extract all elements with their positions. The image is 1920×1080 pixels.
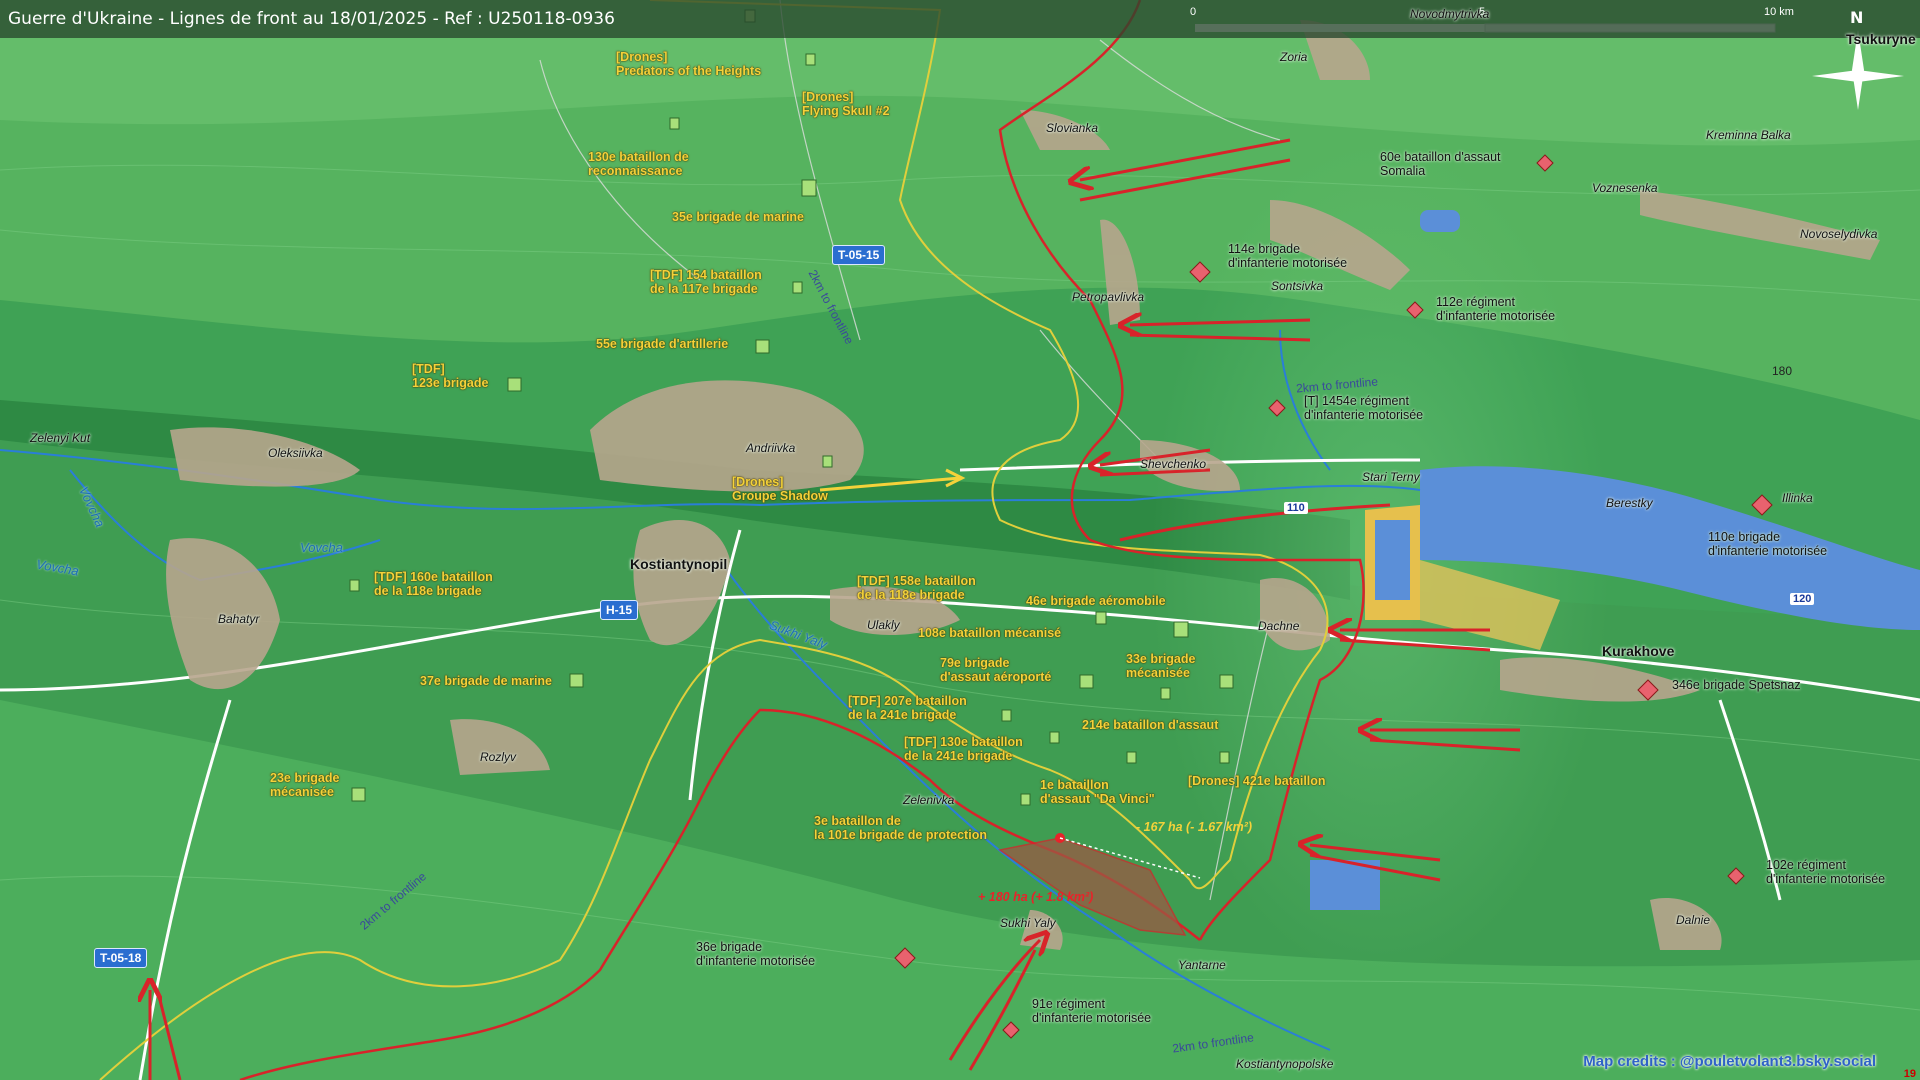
corner-number: 19 (1903, 1068, 1916, 1080)
ukraine-unit-label: [Drones] Flying Skull #2 (802, 90, 890, 118)
town-label: Oleksiivka (268, 446, 323, 460)
north-arrow-label: N (1850, 8, 1864, 27)
town-label: Zelenyi Kut (30, 431, 91, 445)
town-label: Sukhi Yaly (1000, 916, 1056, 930)
town-label: Dachne (1258, 619, 1300, 633)
ukraine-unit-label: 35e brigade de marine (672, 210, 805, 224)
town-label: Kurakhove (1602, 643, 1675, 659)
town-label: Petropavlivka (1072, 290, 1145, 304)
town-label: Rozlyv (480, 750, 517, 764)
cooling-pond (1375, 520, 1410, 600)
russia-unit-label: [T] 1454e régiment d'infanterie motorisé… (1304, 394, 1424, 422)
town-label: Ulakly (867, 618, 900, 632)
town-label: Tsukuryne (1846, 31, 1916, 47)
road-sign: T-05-15 (832, 245, 886, 265)
ukraine-unit-label: [TDF] 207e bataillon de la 241e brigade (848, 694, 967, 722)
ukraine-unit-label: [Drones] Groupe Shadow (732, 475, 828, 503)
ukraine-unit-label: 130e bataillon de reconnaissance (588, 150, 689, 178)
ukraine-unit-label: 3e bataillon de la 101e brigade de prote… (814, 814, 987, 842)
town-label: Stari Terny (1362, 470, 1420, 484)
town-label: Bahatyr (218, 612, 260, 626)
ukraine-unit-label: 108e bataillon mécanisé (918, 626, 1062, 640)
town-label: Andriivka (746, 441, 796, 455)
russia-unit-label: 102e régiment d'infanterie motorisée (1766, 858, 1886, 886)
russia-unit-label: 60e bataillon d'assaut Somalia (1380, 150, 1501, 178)
town-label: Kostiantynopolske (1236, 1057, 1334, 1071)
town-label: Slovianka (1046, 121, 1099, 135)
ukraine-unit-label: 55e brigade d'artillerie (596, 337, 729, 351)
town-label: Kreminna Balka (1706, 128, 1791, 142)
ukraine-unit-label: 79e brigade d'assaut aéroporté (940, 656, 1052, 684)
russia-unit-label: 112e régiment d'infanterie motorisée (1436, 295, 1556, 323)
ukraine-unit-label: 37e brigade de marine (420, 674, 553, 688)
pond-north (1420, 210, 1460, 232)
ukraine-unit-label: 1e bataillon d'assaut "Da Vinci" (1040, 778, 1155, 806)
ukraine-unit-label: 33e brigade mécanisée (1126, 652, 1196, 680)
russia-unit-label: 110e brigade d'infanterie motorisée (1708, 530, 1828, 558)
town-label: Dalnie (1676, 913, 1711, 927)
road-number: 120 (1790, 593, 1815, 605)
russia-unit-label: 346e brigade Spetsnaz (1672, 678, 1801, 692)
ukraine-unit-label: [TDF] 123e brigade (412, 362, 489, 390)
ukraine-unit-label: [TDF] 158e bataillon de la 118e brigade (857, 574, 976, 602)
ukraine-unit-label: 23e brigade mécanisée (270, 771, 340, 799)
town-label: Illinka (1782, 491, 1813, 505)
town-label: Shevchenko (1140, 457, 1207, 471)
map-canvas (0, 0, 1920, 1080)
road-sign: H-15 (600, 600, 639, 620)
town-label: Zoria (1280, 50, 1308, 64)
area-change-label: + 180 ha (+ 1.8 km²) (978, 890, 1094, 904)
scale-zero: 0 (1190, 6, 1197, 18)
town-label: Novodmytrivka (1410, 7, 1490, 21)
russia-unit-label: 91e régiment d'infanterie motorisée (1032, 997, 1152, 1025)
russia-unit-label: 36e brigade d'infanterie motorisée (696, 940, 816, 968)
ukraine-unit-label: [TDF] 130e bataillon de la 241e brigade (904, 735, 1023, 763)
ukraine-unit-label: [Drones] Predators of the Heights (616, 50, 762, 78)
front-line-map[interactable]: Guerre d'Ukraine - Lignes de front au 18… (0, 0, 1920, 1080)
river-label: Vovcha (300, 540, 343, 555)
town-label: Kostiantynopil (630, 556, 728, 572)
map-title: Guerre d'Ukraine - Lignes de front au 18… (0, 0, 1920, 38)
town-label: Berestky (1606, 496, 1653, 510)
elevation-label: 180 (1772, 364, 1793, 378)
road-number: 110 (1284, 502, 1308, 514)
town-label: Voznesenka (1592, 181, 1658, 195)
map-credits: Map credits : @pouletvolant3.bsky.social (1583, 1053, 1876, 1070)
ukraine-unit-label: 46e brigade aéromobile (1026, 594, 1166, 608)
scale-ten: 10 km (1764, 6, 1794, 18)
russia-unit-label: 114e brigade d'infanterie motorisée (1228, 242, 1348, 270)
road-sign: T-05-18 (94, 948, 148, 968)
ukraine-unit-label: [TDF] 154 bataillon de la 117e brigade (650, 268, 762, 296)
town-label: Novoselydivka (1800, 227, 1878, 241)
town-label: Yantarne (1178, 958, 1226, 972)
area-change-label: - 167 ha (- 1.67 km²) (1136, 820, 1253, 834)
town-label: Zelenivka (903, 793, 955, 807)
ukraine-unit-label: 214e bataillon d'assaut (1082, 718, 1219, 732)
ukraine-unit-label: [Drones] 421e bataillon (1188, 774, 1326, 788)
town-label: Sontsivka (1271, 279, 1324, 293)
ukraine-unit-label: [TDF] 160e bataillon de la 118e brigade (374, 570, 493, 598)
